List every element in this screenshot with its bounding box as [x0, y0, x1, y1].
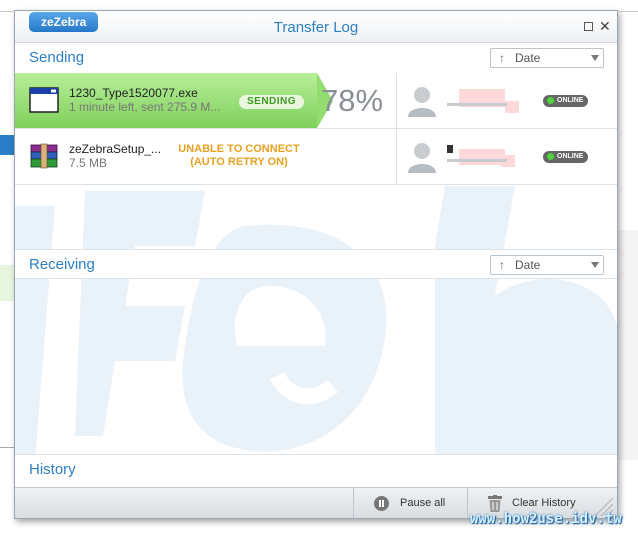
transfer-row[interactable]: zeZebraSetup_... 7.5 MB UNABLE TO CONNEC… [15, 129, 617, 185]
history-title: History [29, 461, 76, 478]
user-name-redacted [447, 145, 515, 167]
row-divider [396, 129, 397, 184]
receiving-sort-label: Date [515, 258, 541, 272]
background-tab-fragment [0, 135, 14, 155]
pause-all-button[interactable]: Pause all [353, 488, 467, 518]
online-status-badge: ONLINE [543, 95, 589, 107]
sort-up-arrow-icon: ↑ [499, 258, 505, 272]
trash-icon [488, 495, 502, 512]
online-status-label: ONLINE [557, 153, 584, 160]
file-name: zeZebraSetup_... [69, 142, 162, 156]
site-watermark: www.how2use.idv.tw [470, 511, 622, 527]
error-line-2: (AUTO RETRY ON) [190, 156, 288, 168]
transfer-row[interactable]: 1230_Type1520077.exe 1 minute left, sent… [15, 73, 617, 129]
window-title: Transfer Log [273, 19, 359, 36]
chevron-down-icon [591, 55, 599, 61]
pause-all-label: Pause all [400, 497, 446, 509]
chevron-down-icon [591, 262, 599, 268]
error-line-1: UNABLE TO CONNECT [178, 143, 300, 155]
progress-percent: 78% [321, 83, 384, 118]
background-right-panel [616, 230, 638, 460]
receiving-sort-select[interactable]: ↑ Date [490, 255, 604, 275]
pause-icon [374, 496, 389, 511]
transfer-log-window: zeZebra Transfer Log ✕ Sending ↑ Date 12… [14, 10, 618, 519]
sending-sort-label: Date [515, 51, 541, 65]
exe-file-icon [29, 87, 59, 113]
history-section-header[interactable]: History [15, 454, 617, 484]
row-divider [396, 73, 397, 128]
user-avatar-icon[interactable] [407, 141, 437, 173]
online-status-label: ONLINE [557, 97, 584, 104]
sending-title: Sending [29, 49, 85, 66]
sending-status-badge: SENDING [239, 95, 305, 109]
close-icon: ✕ [599, 18, 611, 34]
file-name: 1230_Type1520077.exe [69, 86, 198, 100]
background-panel-fragment [0, 265, 14, 301]
user-avatar-icon[interactable] [407, 85, 437, 117]
background-footer-fragment [0, 447, 14, 465]
sending-section-header: Sending ↑ Date [15, 43, 617, 73]
receiving-title: Receiving [29, 256, 95, 273]
window-titlebar[interactable]: zeZebra Transfer Log ✕ [15, 11, 617, 43]
winrar-archive-icon [30, 143, 58, 169]
user-name-redacted [447, 89, 519, 113]
online-dot-icon [547, 97, 554, 104]
receiving-section-header: Receiving ↑ Date [15, 249, 617, 279]
close-button[interactable]: ✕ [599, 17, 611, 35]
maximize-button[interactable] [584, 22, 593, 31]
online-dot-icon [547, 153, 554, 160]
sending-sort-select[interactable]: ↑ Date [490, 48, 604, 68]
connection-error-status: UNABLE TO CONNECT (AUTO RETRY ON) [177, 143, 301, 169]
transfer-progress-text: 1 minute left, sent 275.9 M... [69, 100, 221, 114]
online-status-badge: ONLINE [543, 151, 589, 163]
sort-up-arrow-icon: ↑ [499, 51, 505, 65]
zebra-watermark-graphic [15, 186, 617, 461]
